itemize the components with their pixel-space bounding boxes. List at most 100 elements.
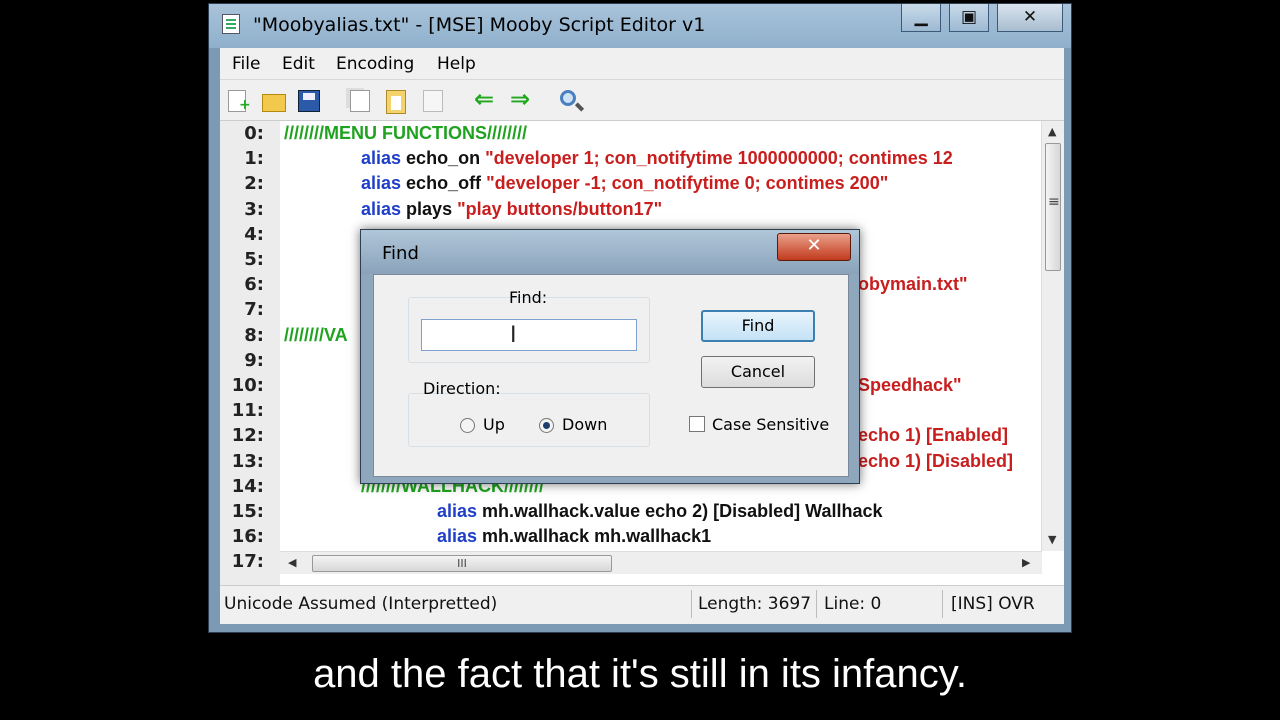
code-line: alias echo_on "developer 1; con_notifyti… (361, 148, 953, 169)
text-cursor-icon: I (510, 323, 517, 348)
maximize-button[interactable]: ▣ (949, 4, 989, 32)
find-input[interactable] (421, 319, 637, 351)
code-token: plays (406, 198, 458, 219)
line-number: 7: (244, 299, 264, 321)
case-sensitive-checkbox[interactable] (689, 416, 705, 432)
radio-down[interactable] (539, 418, 554, 433)
line-number: 15: (231, 501, 264, 522)
status-divider (816, 590, 817, 618)
code-line-tail: echo 1) [Disabled] (858, 450, 1014, 471)
line-number: 5: (244, 249, 264, 270)
vertical-scroll-thumb[interactable] (1045, 143, 1061, 271)
code-line-tail: Speedhack" (858, 375, 962, 395)
close-icon: ✕ (806, 235, 822, 256)
code-line: alias mh.wallhack.value echo 2) [Disable… (437, 501, 883, 522)
back-arrow-icon[interactable]: ⇐ (474, 87, 500, 112)
app-icon (222, 14, 240, 34)
find-dialog-close-button[interactable]: ✕ (777, 233, 851, 261)
code-token: ////////VA (284, 324, 348, 345)
code-line: alias echo_off "developer -1; con_notify… (361, 173, 888, 194)
window-title: "Moobyalias.txt" - [MSE] Mooby Script Ed… (253, 14, 706, 36)
line-number: 14: (231, 475, 264, 497)
line-number: 6: (244, 274, 264, 296)
find-dialog-body: Find: I Direction: Up Down Find Cancel C… (373, 274, 849, 477)
new-file-icon[interactable] (228, 90, 251, 113)
code-token: echo_off (406, 173, 487, 194)
cancel-button[interactable]: Cancel (701, 356, 815, 388)
status-divider (691, 590, 692, 618)
maximize-icon: ▣ (960, 7, 978, 27)
code-token: "developer -1; con_notifytime 0; contime… (486, 173, 889, 194)
status-divider (942, 590, 943, 618)
scroll-right-icon[interactable]: ▶ (1022, 556, 1030, 569)
radio-up[interactable] (460, 418, 475, 433)
code-token: echo_on (406, 148, 486, 169)
video-caption: and the fact that it's still in its infa… (313, 652, 967, 696)
line-number: 9: (244, 349, 264, 371)
direction-group (408, 393, 650, 447)
close-button[interactable]: ✕ (997, 4, 1063, 32)
menu-help[interactable]: Help (437, 54, 476, 74)
save-icon[interactable] (298, 90, 320, 112)
statusbar: Unicode Assumed (Interpretted) Length: 3… (220, 585, 1064, 624)
case-sensitive-label[interactable]: Case Sensitive (712, 415, 829, 434)
document-icon[interactable] (423, 90, 443, 112)
status-insert-mode[interactable]: [INS] OVR (951, 594, 1035, 614)
copy-icon[interactable] (350, 90, 370, 112)
code-token: alias (361, 173, 407, 194)
forward-arrow-icon[interactable]: ⇒ (510, 87, 536, 112)
line-number: 10: (231, 375, 264, 396)
menu-file[interactable]: File (232, 54, 260, 74)
status-encoding: Unicode Assumed (Interpretted) (224, 594, 498, 614)
line-number: 1: (244, 148, 264, 170)
status-line: Line: 0 (824, 594, 882, 614)
code-token: mh.wallhack mh.wallhack1 (482, 526, 712, 547)
line-number: 13: (231, 450, 264, 472)
horizontal-scrollbar[interactable]: ◀ III ▶ (280, 551, 1042, 574)
window-titlebar[interactable]: "Moobyalias.txt" - [MSE] Mooby Script Ed… (209, 4, 1071, 48)
direction-label: Direction: (423, 379, 501, 398)
radio-down-label[interactable]: Down (562, 415, 607, 434)
code-line-tail: obymain.txt" (858, 274, 968, 295)
code-line: alias mh.wallhack mh.wallhack1 (437, 526, 711, 547)
code-token: mh.wallhack.value echo 2) [Disabled] Wal… (482, 501, 883, 521)
vertical-scrollbar[interactable]: ▲ ▼ (1041, 121, 1064, 551)
menu-edit[interactable]: Edit (282, 54, 315, 74)
toolbar: ⇐ ⇒ (220, 80, 1064, 120)
open-folder-icon[interactable] (262, 94, 286, 112)
menubar: File Edit Encoding Help (220, 48, 1064, 80)
status-length: Length: 3697 (698, 594, 812, 614)
code-token: alias (361, 198, 407, 219)
line-number: 17: (231, 551, 264, 573)
code-line: ////////MENU FUNCTIONS//////// (284, 123, 527, 144)
magnifier-icon[interactable] (560, 90, 576, 106)
minimize-icon: ▁ (914, 7, 928, 27)
line-number: 16: (231, 526, 264, 548)
menu-encoding[interactable]: Encoding (336, 54, 414, 74)
code-token: alias (361, 148, 407, 169)
find-button[interactable]: Find (701, 310, 815, 342)
scroll-down-icon[interactable]: ▼ (1048, 533, 1056, 546)
radio-up-label[interactable]: Up (483, 415, 505, 434)
code-token: alias (437, 501, 483, 521)
close-icon: ✕ (1022, 7, 1038, 27)
find-dialog-title: Find (382, 243, 419, 264)
line-number: 2: (244, 173, 264, 195)
minimize-button[interactable]: ▁ (901, 4, 941, 32)
line-number: 11: (231, 400, 264, 422)
line-number: 0: (244, 123, 264, 144)
code-line: alias plays "play buttons/button17" (361, 199, 662, 220)
paste-icon[interactable] (386, 90, 406, 114)
scroll-up-icon[interactable]: ▲ (1048, 125, 1056, 138)
horizontal-scroll-thumb[interactable]: III (312, 555, 612, 572)
code-line: ////////VA (284, 325, 348, 346)
line-number: 4: (244, 223, 264, 245)
scroll-left-icon[interactable]: ◀ (288, 556, 296, 569)
find-dialog-titlebar[interactable]: Find ✕ (361, 230, 859, 274)
code-line-tail: echo 1) [Enabled] (858, 425, 1009, 446)
line-number: 3: (244, 198, 264, 220)
line-number: 12: (231, 425, 264, 447)
line-number: 8: (244, 324, 264, 346)
code-token: "developer 1; con_notifytime 1000000000;… (485, 148, 953, 169)
code-token: ////////MENU FUNCTIONS//////// (284, 123, 528, 143)
